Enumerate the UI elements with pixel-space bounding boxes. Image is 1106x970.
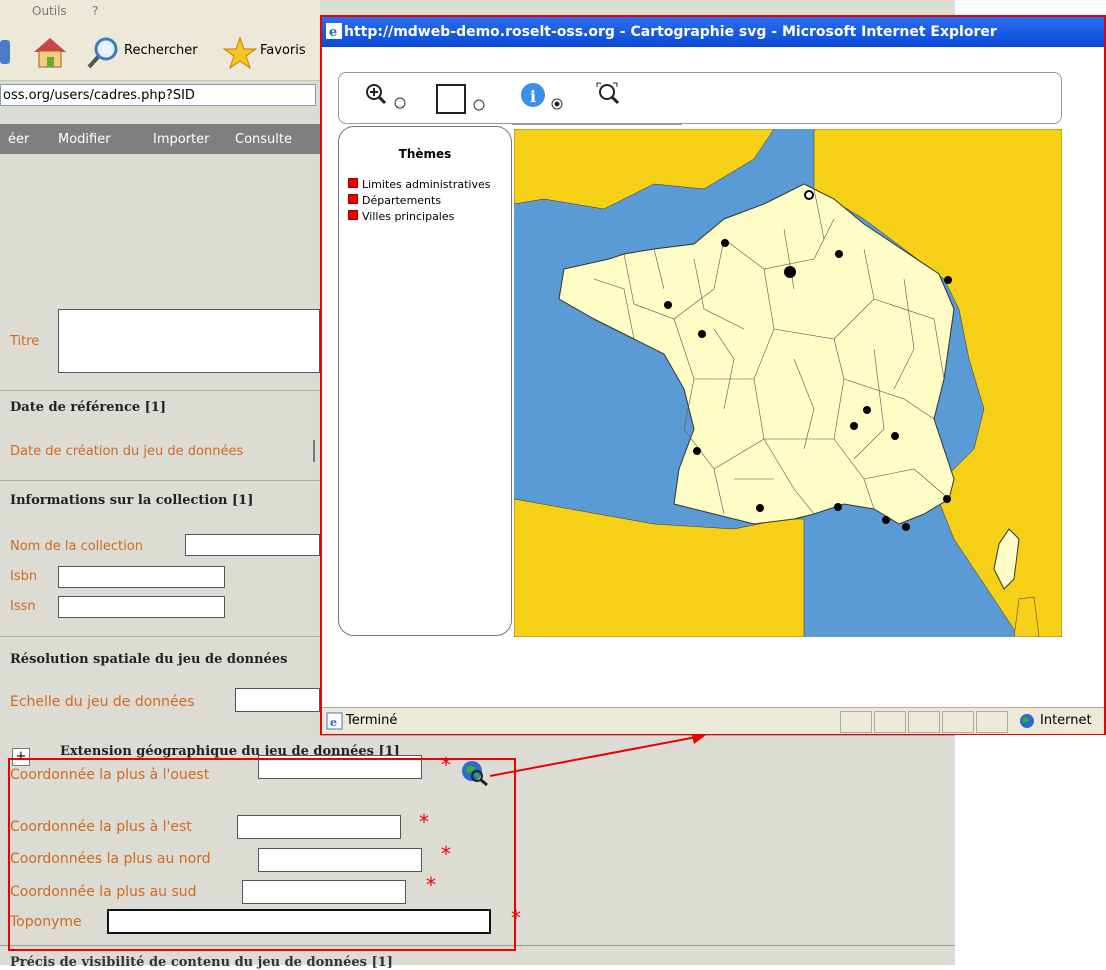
svg-text:i: i [530, 87, 536, 106]
titre-label: Titre [10, 334, 40, 349]
menu-help[interactable]: ? [92, 4, 98, 18]
issn-label: Issn [10, 599, 36, 614]
titre-textarea[interactable] [58, 309, 320, 373]
status-pane [874, 711, 906, 733]
echelle-input[interactable] [235, 688, 320, 712]
home-icon[interactable] [30, 34, 70, 70]
menu-outils[interactable]: Outils [32, 4, 67, 18]
nom-collection-label: Nom de la collection [10, 539, 143, 554]
svg-text:e: e [329, 25, 337, 39]
themes-list: Limites administratives Départements Vil… [348, 177, 490, 225]
status-pane [976, 711, 1008, 733]
france-map[interactable] [514, 129, 1062, 637]
favorites-button[interactable]: Favoris [260, 43, 306, 58]
theme-item-villes[interactable]: Villes principales [348, 209, 490, 225]
theme-item-limites[interactable]: Limites administratives [348, 177, 490, 193]
theme-color-icon [348, 178, 358, 188]
theme-color-icon [348, 194, 358, 204]
page-done-icon: e [326, 712, 343, 730]
themes-title: Thèmes [398, 147, 452, 161]
echelle-label: Echelle du jeu de données [10, 694, 195, 710]
search-button[interactable]: Rechercher [124, 43, 198, 58]
date-creation-label: Date de création du jeu de données [10, 444, 244, 459]
internet-zone-icon [1020, 714, 1034, 728]
nav-modifier[interactable]: Modifier [58, 132, 111, 147]
theme-label: Villes principales [362, 210, 455, 223]
divider [0, 636, 320, 637]
svg-text:e: e [330, 716, 337, 729]
map-popup-window: e http://mdweb-demo.roselt-oss.org - Car… [320, 15, 1106, 735]
zoom-in-tool-icon[interactable] [365, 83, 413, 113]
theme-color-icon [348, 210, 358, 220]
date-creation-field-edge[interactable] [313, 440, 315, 462]
cut-off-section-header: Précis de visibilité de contenu du jeu d… [10, 955, 393, 970]
favorites-star-icon[interactable] [222, 36, 258, 70]
address-bar[interactable]: oss.org/users/cadres.php?SID [0, 84, 316, 106]
status-pane [942, 711, 974, 733]
search-icon[interactable] [86, 36, 120, 70]
info-tool-icon[interactable]: i [519, 81, 569, 115]
date-reference-header: Date de référence [1] [10, 400, 166, 415]
resolution-header: Résolution spatiale du jeu de données [10, 652, 288, 667]
highlight-rectangle [8, 758, 516, 951]
zone-text: Internet [1040, 713, 1092, 728]
nav-consulter[interactable]: Consulte [235, 132, 292, 147]
theme-label: Limites administratives [362, 178, 491, 191]
theme-label: Départements [362, 194, 442, 207]
theme-item-departements[interactable]: Départements [348, 193, 490, 209]
rectangle-tool-icon[interactable] [435, 83, 491, 117]
themes-panel: Thèmes Limites administratives Départeme… [338, 126, 512, 636]
zoom-extent-tool-icon[interactable] [595, 81, 623, 109]
isbn-label: Isbn [10, 569, 38, 584]
menu-bar: Outils ? [0, 0, 320, 22]
nav-importer[interactable]: Importer [153, 132, 210, 147]
nav-creer[interactable]: éer [8, 132, 29, 147]
annotation-arrow [489, 732, 706, 777]
status-text: Terminé [346, 713, 398, 728]
map-tool-bar: i [338, 72, 1062, 124]
nom-collection-input[interactable] [185, 534, 320, 556]
isbn-input[interactable] [58, 566, 225, 588]
popup-title-bar: e http://mdweb-demo.roselt-oss.org - Car… [322, 17, 1104, 47]
popup-title-text: http://mdweb-demo.roselt-oss.org - Carto… [344, 24, 997, 40]
divider [0, 480, 320, 481]
back-icon[interactable] [0, 36, 14, 68]
status-pane [840, 711, 872, 733]
ie-icon: e [326, 23, 342, 39]
popup-status-bar: e Terminé Internet [322, 707, 1104, 734]
issn-input[interactable] [58, 596, 225, 618]
tool-bar-underline [512, 124, 682, 125]
app-nav-bar: éer Modifier Importer Consulte [0, 124, 320, 154]
browser-toolbar: Rechercher Favoris [0, 22, 320, 81]
status-pane [908, 711, 940, 733]
divider [0, 390, 320, 391]
collection-header: Informations sur la collection [1] [10, 493, 254, 508]
